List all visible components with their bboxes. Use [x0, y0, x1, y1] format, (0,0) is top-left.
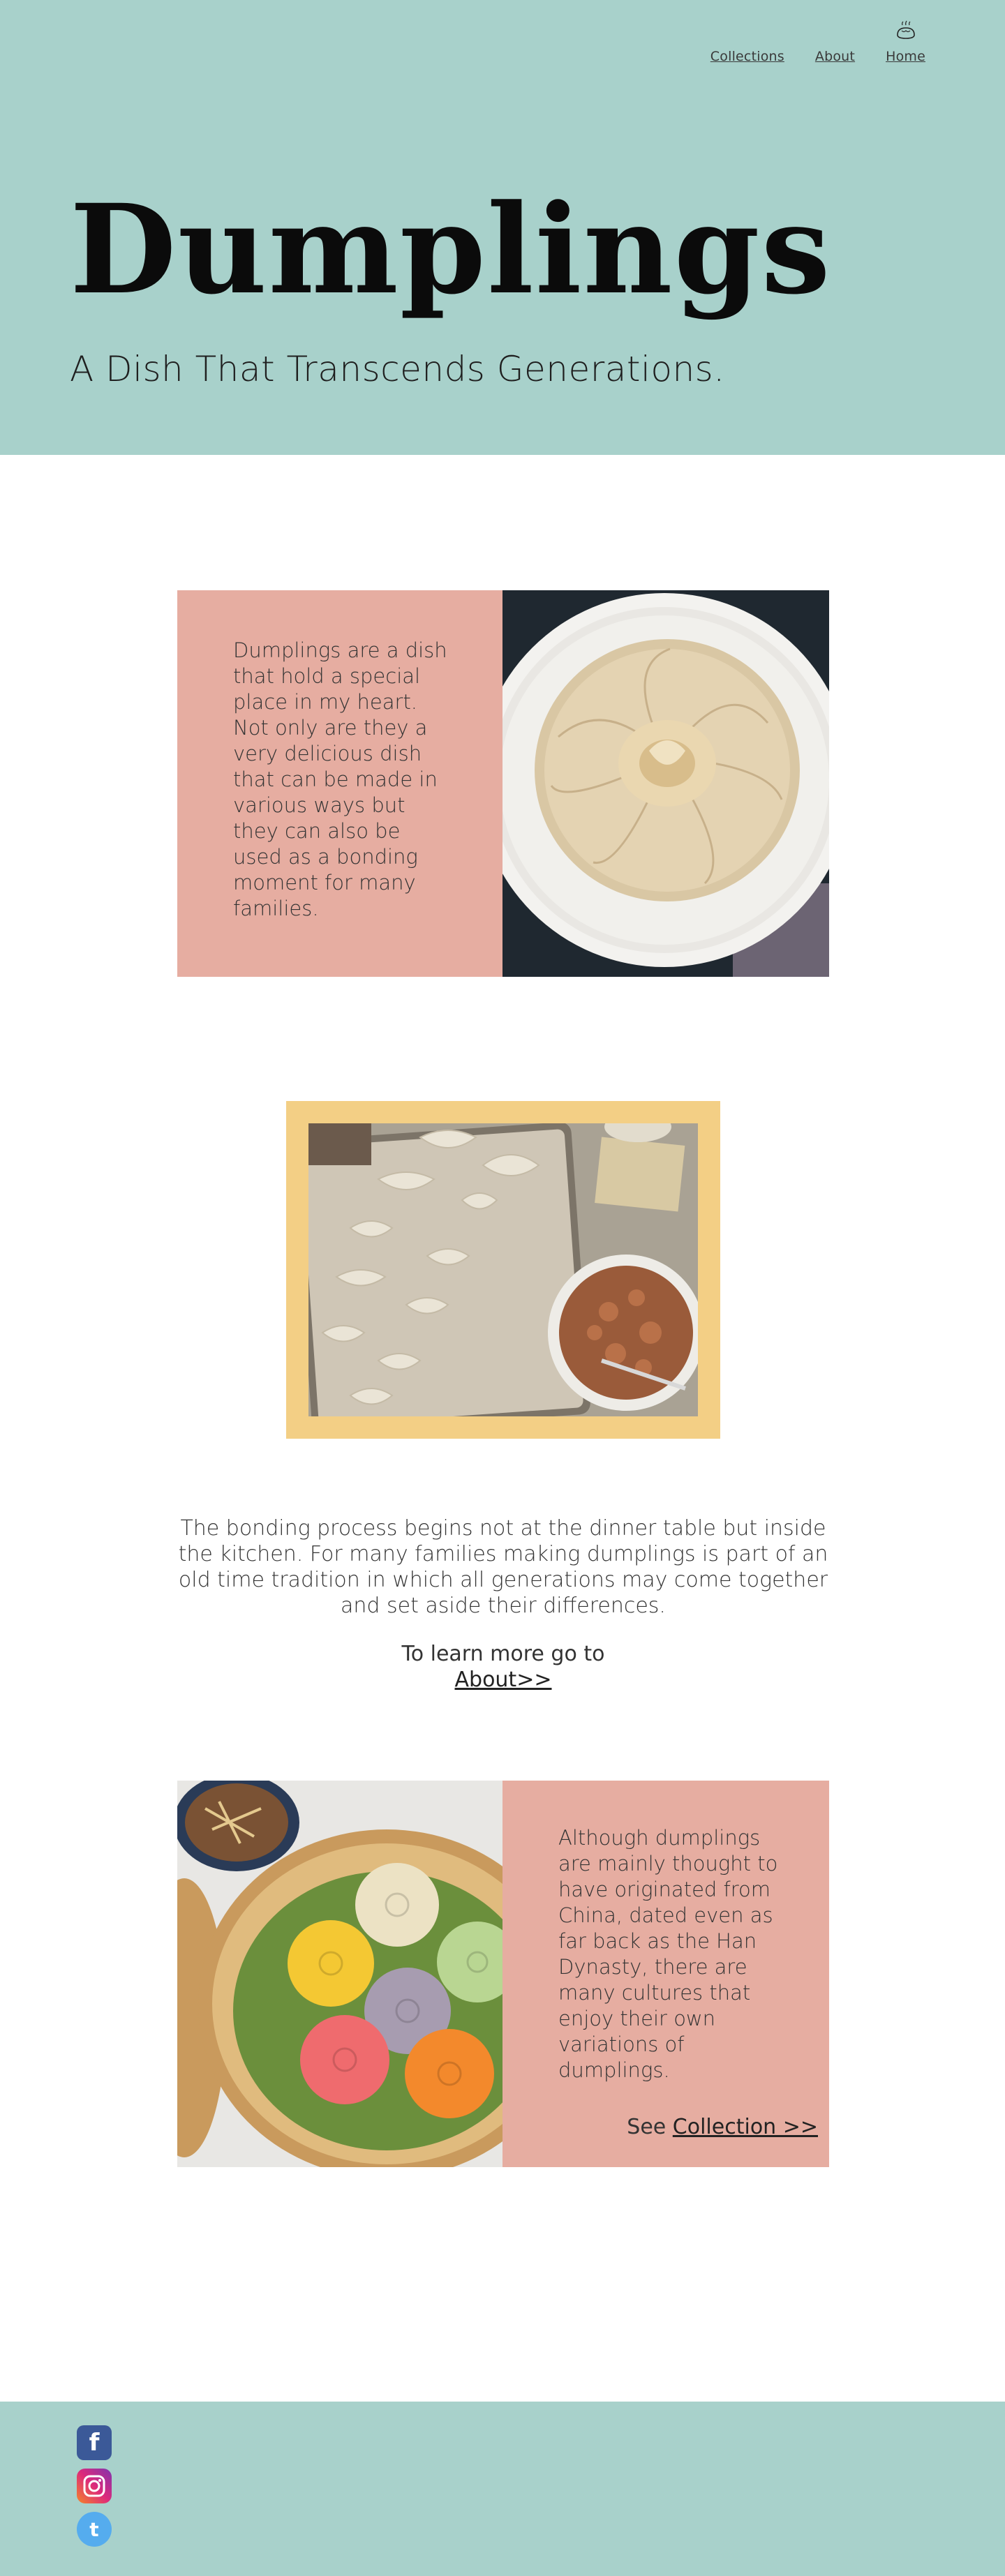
page-title: Dumplings	[70, 177, 832, 322]
facebook-glyph: f	[89, 2429, 100, 2457]
collection-link[interactable]: Collection >>	[673, 2115, 818, 2139]
nav-home: Home	[886, 20, 925, 64]
instagram-glyph	[83, 2475, 105, 2497]
intro-card: Dumplings are a dish that hold a special…	[177, 590, 829, 977]
nav-collections-link[interactable]: Collections	[710, 49, 784, 64]
learn-more-text: To learn more go to	[401, 1642, 605, 1666]
top-nav: Collections About Home	[710, 20, 925, 64]
origin-text-panel: Although dumplings are mainly thought to…	[502, 1781, 829, 2167]
twitter-glyph: t	[89, 2517, 99, 2541]
bonding-paragraph: The bonding process begins not at the di…	[178, 1516, 828, 1618]
origin-card: Although dumplings are mainly thought to…	[177, 1781, 829, 2167]
colorful-dumplings-in-steamer-image	[177, 1781, 502, 2167]
nav-about-link[interactable]: About	[815, 49, 855, 64]
learn-more: To learn more go to About>>	[177, 1641, 829, 1693]
page-subtitle: A Dish That Transcends Generations.	[70, 349, 725, 389]
instagram-icon[interactable]	[77, 2469, 112, 2503]
see-collection: See Collection >>	[627, 2115, 818, 2139]
see-collection-prefix: See	[627, 2115, 667, 2139]
intro-text-panel: Dumplings are a dish that hold a special…	[177, 590, 502, 977]
twitter-icon[interactable]: t	[77, 2512, 112, 2547]
kitchen-image-frame	[286, 1101, 720, 1439]
origin-text: Although dumplings are mainly thought to…	[558, 1826, 778, 2082]
facebook-icon[interactable]: f	[77, 2425, 112, 2460]
making-dumplings-image	[308, 1123, 698, 1416]
intro-text: Dumplings are a dish that hold a special…	[233, 638, 447, 920]
dumpling-icon[interactable]	[893, 18, 918, 43]
nav-home-link[interactable]: Home	[886, 49, 925, 64]
about-link[interactable]: About>>	[177, 1667, 829, 1693]
hero-header: Collections About Home Dumplings A Dish …	[0, 0, 1005, 455]
social-links: f t	[77, 2425, 112, 2547]
xiaolongbao-on-plate-image	[502, 590, 829, 977]
footer: f t	[0, 2402, 1005, 2576]
